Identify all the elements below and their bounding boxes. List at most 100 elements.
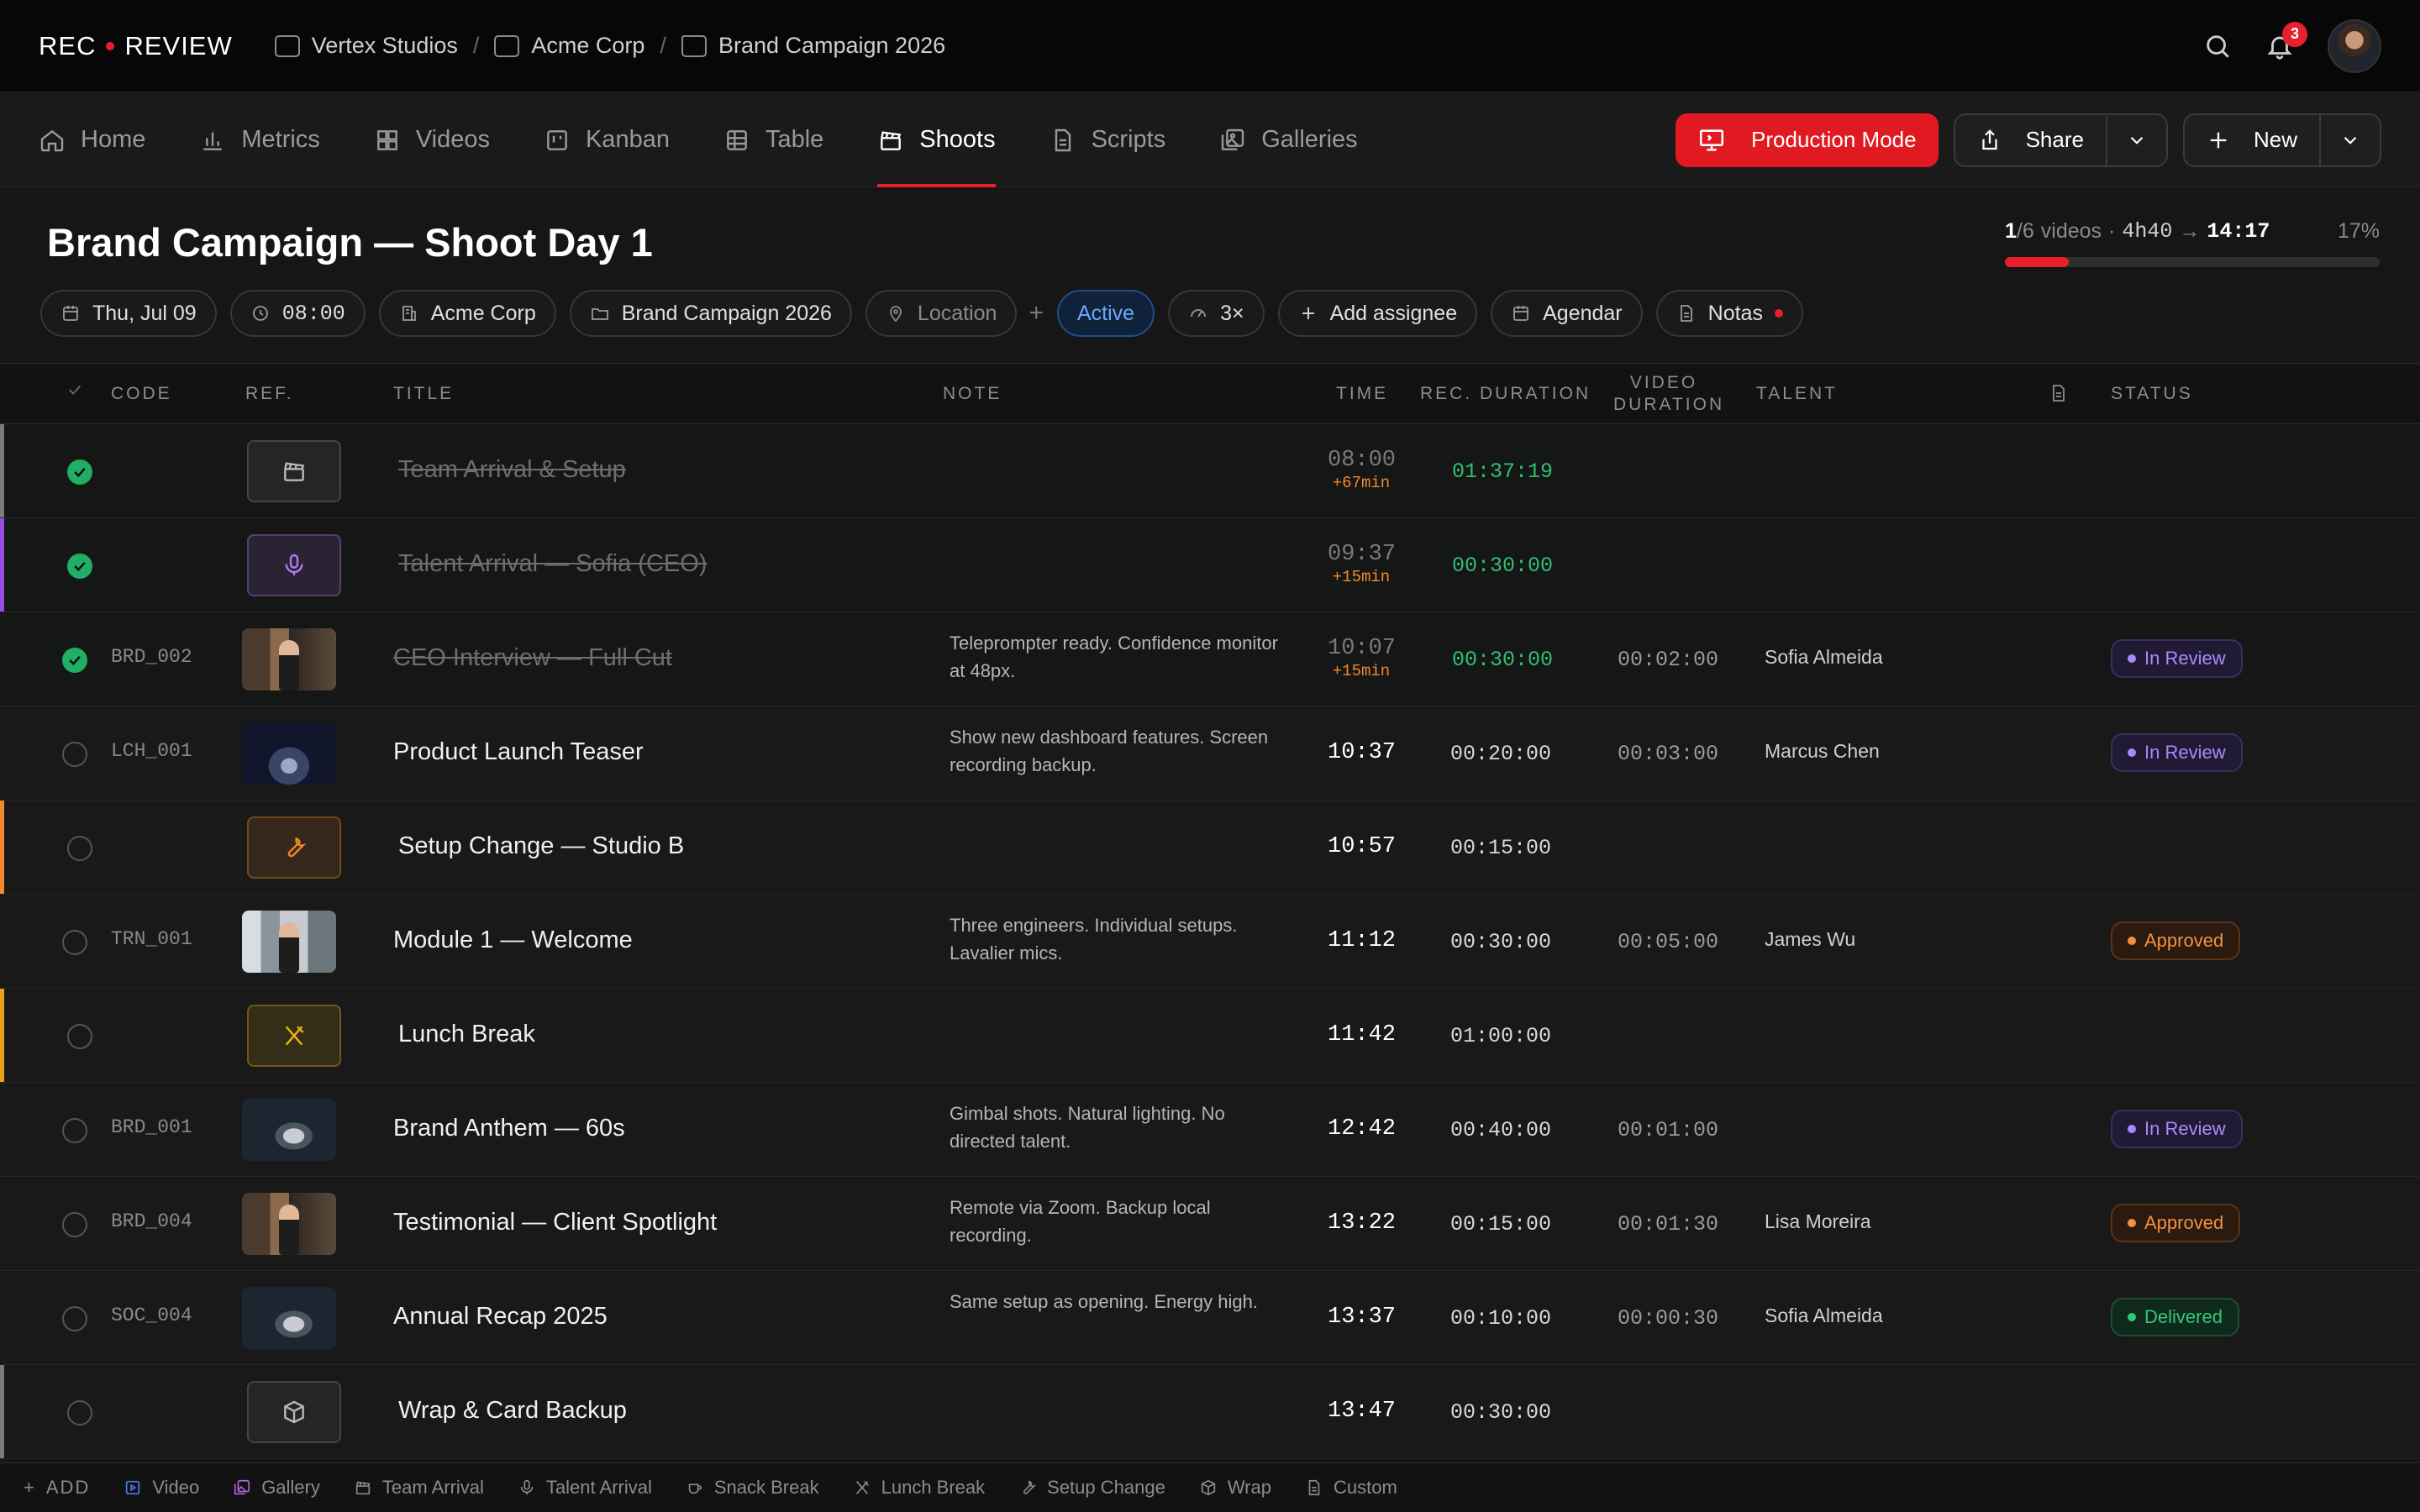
table-row[interactable]: LCH_001 Product Launch Teaser Show new das… xyxy=(0,706,2420,801)
tab-videos[interactable]: Videos xyxy=(374,93,490,187)
status-chip[interactable]: Active xyxy=(1056,290,1155,337)
row-time[interactable]: 11:12 xyxy=(1328,928,1396,953)
row-rec-duration[interactable]: 01:00:00 xyxy=(1450,1024,1551,1048)
row-title[interactable]: Annual Recap 2025 xyxy=(393,1303,608,1331)
breadcrumb-item-workspace[interactable]: Vertex Studios xyxy=(274,33,458,59)
column-header-video-duration[interactable]: VIDEO DURATION xyxy=(1613,372,1722,416)
row-checkbox[interactable] xyxy=(62,742,87,767)
select-all-checkbox[interactable] xyxy=(66,381,84,404)
row-video-duration[interactable]: 00:05:00 xyxy=(1618,930,1718,954)
add-video-button[interactable]: Video xyxy=(124,1477,199,1499)
production-mode-button[interactable]: Production Mode xyxy=(1676,113,1939,167)
row-time[interactable]: 11:42 xyxy=(1328,1022,1396,1047)
row-title[interactable]: Talent Arrival — Sofia (CEO) xyxy=(398,550,707,578)
row-thumbnail[interactable] xyxy=(242,911,336,973)
row-talent[interactable]: Sofia Almeida xyxy=(1765,646,1883,669)
column-header-code[interactable]: CODE xyxy=(111,384,172,404)
row-rec-duration[interactable]: 00:30:00 xyxy=(1450,1400,1551,1425)
row-time[interactable]: 10:07 +15min xyxy=(1328,636,1396,680)
row-checkbox[interactable] xyxy=(67,554,92,579)
row-rec-duration[interactable]: 00:10:00 xyxy=(1450,1306,1551,1331)
row-title[interactable]: Brand Anthem — 60s xyxy=(393,1115,625,1142)
column-header-title[interactable]: TITLE xyxy=(393,384,454,404)
row-rec-duration[interactable]: 00:15:00 xyxy=(1450,1212,1551,1236)
column-header-status[interactable]: STATUS xyxy=(2111,384,2193,404)
table-row[interactable]: Wrap & Card Backup 13:47 00:30:00 xyxy=(0,1365,2420,1459)
add-location-icon[interactable]: + xyxy=(1028,299,1044,328)
add-talent-arrival-button[interactable]: Talent Arrival xyxy=(518,1477,652,1499)
row-video-duration[interactable]: 00:00:30 xyxy=(1618,1306,1718,1331)
row-checkbox[interactable] xyxy=(62,1212,87,1237)
row-talent[interactable]: Lisa Moreira xyxy=(1765,1210,1871,1233)
row-time[interactable]: 13:37 xyxy=(1328,1305,1396,1330)
row-thumbnail[interactable] xyxy=(242,628,336,690)
share-button[interactable]: Share xyxy=(1955,115,2106,165)
row-checkbox[interactable] xyxy=(67,1024,92,1049)
tab-home[interactable]: Home xyxy=(39,93,145,187)
notes-chip[interactable]: Notas xyxy=(1655,290,1803,337)
table-row[interactable]: Lunch Break 11:42 01:00:00 xyxy=(0,989,2420,1083)
row-time[interactable]: 10:37 xyxy=(1328,740,1396,765)
row-time[interactable]: 12:42 xyxy=(1328,1116,1396,1142)
row-title[interactable]: Wrap & Card Backup xyxy=(398,1397,627,1425)
row-checkbox[interactable] xyxy=(62,930,87,955)
row-rec-duration[interactable]: 00:30:00 xyxy=(1452,554,1553,578)
row-time[interactable]: 13:22 xyxy=(1328,1210,1396,1236)
date-chip[interactable]: Thu, Jul 09 xyxy=(40,290,217,337)
tab-galleries[interactable]: Galleries xyxy=(1219,93,1358,187)
table-row[interactable]: BRD_004 Testimonial — Client Spotlight Rem… xyxy=(0,1177,2420,1271)
row-talent[interactable]: Marcus Chen xyxy=(1765,740,1880,763)
row-rec-duration[interactable]: 00:40:00 xyxy=(1450,1118,1551,1142)
row-talent[interactable]: James Wu xyxy=(1765,928,1855,951)
add-gallery-button[interactable]: Gallery xyxy=(233,1477,320,1499)
row-rec-duration[interactable]: 00:30:00 xyxy=(1450,930,1551,954)
time-chip[interactable]: 08:00 xyxy=(229,290,366,337)
row-note[interactable]: Show new dashboard features. Screen reco… xyxy=(950,723,1294,779)
project-chip[interactable]: Brand Campaign 2026 xyxy=(569,290,852,337)
tab-scripts[interactable]: Scripts xyxy=(1050,93,1165,187)
table-row[interactable]: BRD_002 CEO Interview — Full Cut Telepromp… xyxy=(0,612,2420,706)
add-team-arrival-button[interactable]: Team Arrival xyxy=(354,1477,484,1499)
breadcrumb-item-client[interactable]: Acme Corp xyxy=(494,33,644,59)
row-rec-duration[interactable]: 00:15:00 xyxy=(1450,836,1551,860)
row-rec-duration[interactable]: 00:30:00 xyxy=(1452,648,1553,672)
status-badge[interactable]: Approved xyxy=(2111,1204,2241,1242)
breadcrumb-item-project[interactable]: Brand Campaign 2026 xyxy=(681,33,945,59)
row-note[interactable]: Three engineers. Individual setups. Lava… xyxy=(950,911,1294,967)
add-snack-break-button[interactable]: Snack Break xyxy=(686,1477,819,1499)
tab-kanban[interactable]: Kanban xyxy=(544,93,670,187)
row-rec-duration[interactable]: 00:20:00 xyxy=(1450,742,1551,766)
location-chip[interactable]: Location xyxy=(865,290,1018,337)
row-note[interactable]: Gimbal shots. Natural lighting. No direc… xyxy=(950,1100,1294,1155)
tab-metrics[interactable]: Metrics xyxy=(199,93,320,187)
row-thumbnail[interactable] xyxy=(242,1287,336,1349)
add-lunch-break-button[interactable]: Lunch Break xyxy=(853,1477,985,1499)
page-title[interactable]: Brand Campaign — Shoot Day 1 xyxy=(47,219,653,265)
row-title[interactable]: CEO Interview — Full Cut xyxy=(393,644,672,672)
table-row[interactable]: BRD_001 Brand Anthem — 60s Gimbal shots. N… xyxy=(0,1083,2420,1177)
row-time[interactable]: 10:57 xyxy=(1328,834,1396,859)
speed-chip[interactable]: 3× xyxy=(1168,290,1265,337)
row-checkbox[interactable] xyxy=(67,459,92,485)
status-badge[interactable]: In Review xyxy=(2111,639,2243,678)
column-header-note[interactable]: NOTE xyxy=(943,384,1002,404)
table-row[interactable]: Setup Change — Studio B 10:57 00:15:00 xyxy=(0,801,2420,895)
row-checkbox[interactable] xyxy=(62,648,87,673)
row-thumbnail[interactable] xyxy=(242,1193,336,1255)
row-title[interactable]: Module 1 — Welcome xyxy=(393,927,633,954)
row-time[interactable]: 08:00 +67min xyxy=(1328,448,1396,491)
add-assignee-chip[interactable]: Add assignee xyxy=(1277,290,1478,337)
status-badge[interactable]: Approved xyxy=(2111,921,2241,960)
row-title[interactable]: Lunch Break xyxy=(398,1021,535,1048)
tab-table[interactable]: Table xyxy=(723,93,823,187)
row-title[interactable]: Product Launch Teaser xyxy=(393,738,644,766)
avatar[interactable] xyxy=(2328,18,2381,73)
table-row[interactable]: SOC_004 Annual Recap 2025 Same setup as op… xyxy=(0,1271,2420,1365)
row-video-duration[interactable]: 00:01:00 xyxy=(1618,1118,1718,1142)
table-row[interactable]: Team Arrival & Setup 08:00 +67min 01:37:19 xyxy=(0,424,2420,518)
row-video-duration[interactable]: 00:02:00 xyxy=(1618,648,1718,672)
column-header-script[interactable] xyxy=(2049,382,2069,409)
search-icon[interactable] xyxy=(2203,32,2232,60)
column-header-talent[interactable]: TALENT xyxy=(1756,384,1838,404)
row-note[interactable]: Teleprompter ready. Confidence monitor a… xyxy=(950,629,1294,685)
